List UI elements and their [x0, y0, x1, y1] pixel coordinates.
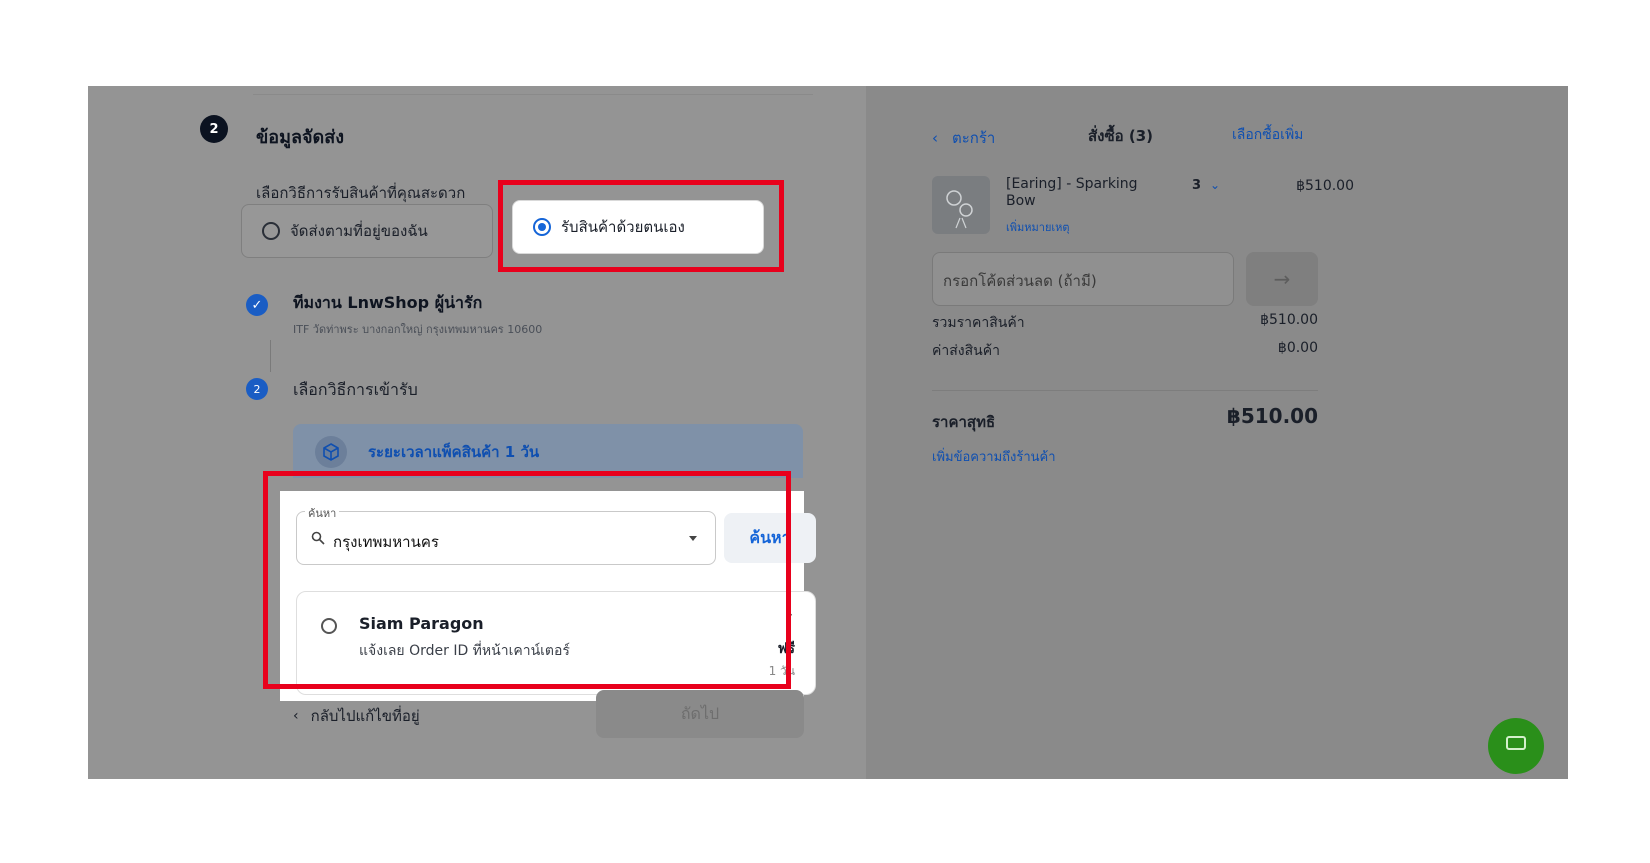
step2-badge: 2	[246, 378, 268, 400]
back-to-address-label: กลับไปแก้ไขที่อยู่	[310, 707, 420, 725]
radio-unchecked-icon	[262, 222, 280, 240]
delivery-option[interactable]: จัดส่งตามที่อยู่ของฉัน	[241, 204, 493, 258]
divider	[932, 390, 1318, 391]
product-price: ฿510.00	[1296, 178, 1354, 194]
check-circle-icon: ✓	[246, 294, 268, 316]
section-title: ข้อมูลจัดส่ง	[256, 127, 345, 148]
pickup-team-title: ทีมงาน LnwShop ผู้น่ารัก	[293, 293, 483, 312]
subtotal-label: รวมราคาสินค้า	[932, 315, 1025, 331]
add-note-link[interactable]: เพิ่มหมายเหตุ	[1006, 218, 1070, 236]
chat-icon	[1506, 736, 1526, 750]
chevron-left-icon: ‹	[932, 129, 938, 147]
step-connector	[270, 340, 271, 372]
pickup-team-address: ITF วัดท่าพระ บางกอกใหญ่ กรุงเทพมหานคร 1…	[293, 323, 543, 336]
delivery-option-label: จัดส่งตามที่อยู่ของฉัน	[290, 222, 428, 240]
pickup-method-label: เลือกวิธีการเข้ารับ	[293, 380, 418, 399]
pack-time-text: ระยะเวลาแพ็คสินค้า 1 วัน	[368, 443, 540, 461]
pack-time-banner: ระยะเวลาแพ็คสินค้า 1 วัน	[293, 424, 803, 478]
coupon-input[interactable]: กรอกโค้ดส่วนลด (ถ้ามี)	[932, 252, 1234, 306]
shipping-fee-label: ค่าส่งสินค้า	[932, 343, 1000, 359]
checkout-window: 2 ข้อมูลจัดส่ง เลือกวิธีการรับสินค้าที่ค…	[88, 86, 1568, 779]
cart-summary-panel: ‹ ตะกร้า สั่งซื้อ (3) เลือกซื้อเพิ่ม [Ea…	[866, 86, 1568, 779]
highlight-box-store-search	[263, 471, 791, 689]
chat-button[interactable]	[1488, 718, 1544, 774]
back-to-address-link[interactable]: ‹ กลับไปแก้ไขที่อยู่	[293, 704, 420, 728]
highlight-box-pickup	[498, 180, 784, 272]
net-total-label: ราคาสุทธิ	[932, 413, 996, 431]
next-button[interactable]: ถัดไป	[596, 690, 804, 738]
step-badge: 2	[200, 115, 228, 143]
add-message-link[interactable]: เพิ่มข้อความถึงร้านค้า	[932, 446, 1056, 467]
quantity-value[interactable]: 3	[1192, 178, 1201, 193]
back-to-cart-link[interactable]: ‹ ตะกร้า	[932, 126, 995, 150]
shipping-panel: 2 ข้อมูลจัดส่ง เลือกวิธีการรับสินค้าที่ค…	[88, 86, 866, 779]
coupon-placeholder: กรอกโค้ดส่วนลด (ถ้ามี)	[943, 272, 1097, 290]
shop-more-link[interactable]: เลือกซื้อเพิ่ม	[1232, 124, 1303, 146]
package-icon	[315, 436, 347, 468]
subtotal-value: ฿510.00	[1260, 312, 1318, 328]
order-title: สั่งซื้อ (3)	[1088, 127, 1154, 145]
arrow-right-icon: →	[1273, 267, 1291, 291]
chevron-left-icon: ‹	[293, 708, 299, 724]
divider	[253, 94, 813, 95]
back-to-cart-label: ตะกร้า	[952, 129, 996, 147]
product-name: [Earing] - Sparking Bow	[1006, 176, 1138, 209]
net-total-value: ฿510.00	[1226, 404, 1318, 428]
chevron-down-icon[interactable]: ⌄	[1210, 178, 1220, 192]
apply-coupon-button[interactable]: →	[1246, 252, 1318, 306]
product-thumbnail	[932, 176, 990, 234]
method-prompt: เลือกวิธีการรับสินค้าที่คุณสะดวก	[256, 184, 466, 202]
shipping-fee-value: ฿0.00	[1277, 340, 1318, 356]
